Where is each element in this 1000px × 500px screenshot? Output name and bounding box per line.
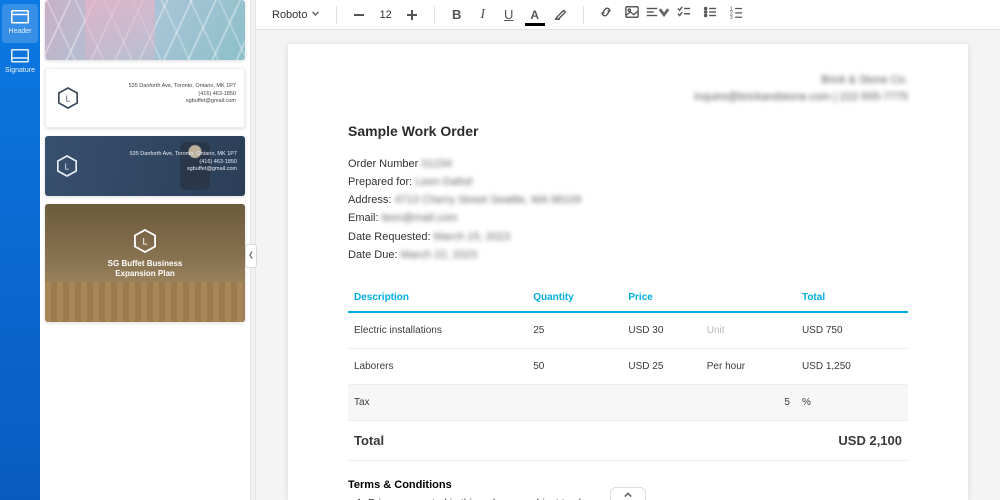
bold-button[interactable]: B: [445, 3, 469, 27]
template-subtitle: prepared for buffet stockholders: [124, 285, 166, 297]
font-size-increase-button[interactable]: [400, 3, 424, 27]
template-text: 535 Danforth Ave, Toronto, Ontario, MK 1…: [129, 83, 236, 106]
checklist-icon: [677, 5, 691, 24]
template-thumbnail[interactable]: L 535 Danforth Ave, Toronto, Ontario, MK…: [45, 136, 245, 196]
text-color-button[interactable]: A: [523, 3, 547, 27]
link-button[interactable]: [594, 3, 618, 27]
page-title: Sample Work Order: [348, 123, 908, 139]
hexagon-logo-icon: L: [134, 229, 156, 253]
rail-item-header[interactable]: Header: [2, 4, 38, 43]
svg-text:3: 3: [730, 15, 733, 19]
template-text: 535 Danforth Ave, Toronto, Ontario, MK 1…: [115, 151, 237, 174]
image-button[interactable]: [620, 3, 644, 27]
left-rail: Header Signature: [0, 0, 40, 500]
company-header: Brick & Stone Co. inquire@brickandstone.…: [348, 72, 908, 105]
table-row[interactable]: Laborers 50 USD 25 Per hour USD 1,250: [348, 348, 908, 384]
table-row[interactable]: Electric installations 25 USD 30 Unit US…: [348, 312, 908, 349]
chevron-left-icon: [248, 247, 254, 265]
chevron-up-icon: [623, 486, 633, 500]
col-price: Price: [622, 282, 700, 312]
image-icon: [625, 5, 639, 24]
signature-icon: [11, 49, 29, 63]
font-family-select[interactable]: Roboto: [266, 6, 326, 24]
hexagon-logo-icon: L: [58, 87, 78, 109]
font-size-value[interactable]: 12: [373, 9, 397, 21]
col-total: Total: [796, 282, 908, 312]
template-thumbnail[interactable]: L SG Buffet Business Expansion Plan prep…: [45, 204, 245, 322]
col-description: Description: [348, 282, 527, 312]
font-size-decrease-button[interactable]: [347, 3, 371, 27]
template-thumbnail[interactable]: [45, 0, 245, 60]
bullet-list-icon: [703, 5, 717, 24]
svg-text:L: L: [65, 161, 70, 171]
font-family-value: Roboto: [272, 9, 307, 21]
italic-button[interactable]: I: [471, 3, 495, 27]
editor-main: Roboto 12 B I U A 123: [256, 0, 1000, 500]
svg-text:L: L: [142, 237, 147, 247]
template-title: SG Buffet Business Expansion Plan: [108, 259, 183, 278]
marker-icon: [554, 6, 568, 23]
rail-item-label: Header: [9, 28, 32, 35]
rail-item-signature[interactable]: Signature: [2, 43, 38, 82]
toolbar: Roboto 12 B I U A 123: [256, 0, 1000, 30]
template-thumbnail[interactable]: L 535 Danforth Ave, Toronto, Ontario, MK…: [45, 68, 245, 128]
document-page[interactable]: Brick & Stone Co. inquire@brickandstone.…: [288, 44, 968, 500]
svg-text:L: L: [66, 93, 71, 103]
chevron-down-icon: [307, 9, 320, 21]
highlight-button[interactable]: [549, 3, 573, 27]
header-icon: [11, 10, 29, 24]
link-icon: [599, 5, 613, 24]
hexagon-logo-icon: L: [57, 155, 77, 177]
col-quantity: Quantity: [527, 282, 622, 312]
numbered-list-button[interactable]: 123: [724, 3, 748, 27]
table-header-row: Description Quantity Price Total: [348, 282, 908, 312]
templates-panel: L 535 Danforth Ave, Toronto, Ontario, MK…: [40, 0, 250, 500]
align-button[interactable]: [646, 3, 670, 27]
expand-page-button[interactable]: [610, 487, 646, 500]
bulleted-list-button[interactable]: [698, 3, 722, 27]
tax-row[interactable]: Tax 5 %: [348, 384, 908, 420]
checklist-button[interactable]: [672, 3, 696, 27]
document-canvas[interactable]: Brick & Stone Co. inquire@brickandstone.…: [256, 30, 1000, 500]
panel-divider[interactable]: [250, 0, 256, 500]
numbered-list-icon: 123: [729, 5, 743, 24]
underline-button[interactable]: U: [497, 3, 521, 27]
rail-item-label: Signature: [5, 67, 35, 74]
chevron-down-icon: [657, 5, 671, 24]
line-items-table: Description Quantity Price Total Electri…: [348, 282, 908, 461]
order-meta: Order Number 01234 Prepared for: Leon Da…: [348, 155, 908, 264]
collapse-panel-button[interactable]: [245, 244, 257, 268]
total-row: Total USD 2,100: [348, 420, 908, 460]
